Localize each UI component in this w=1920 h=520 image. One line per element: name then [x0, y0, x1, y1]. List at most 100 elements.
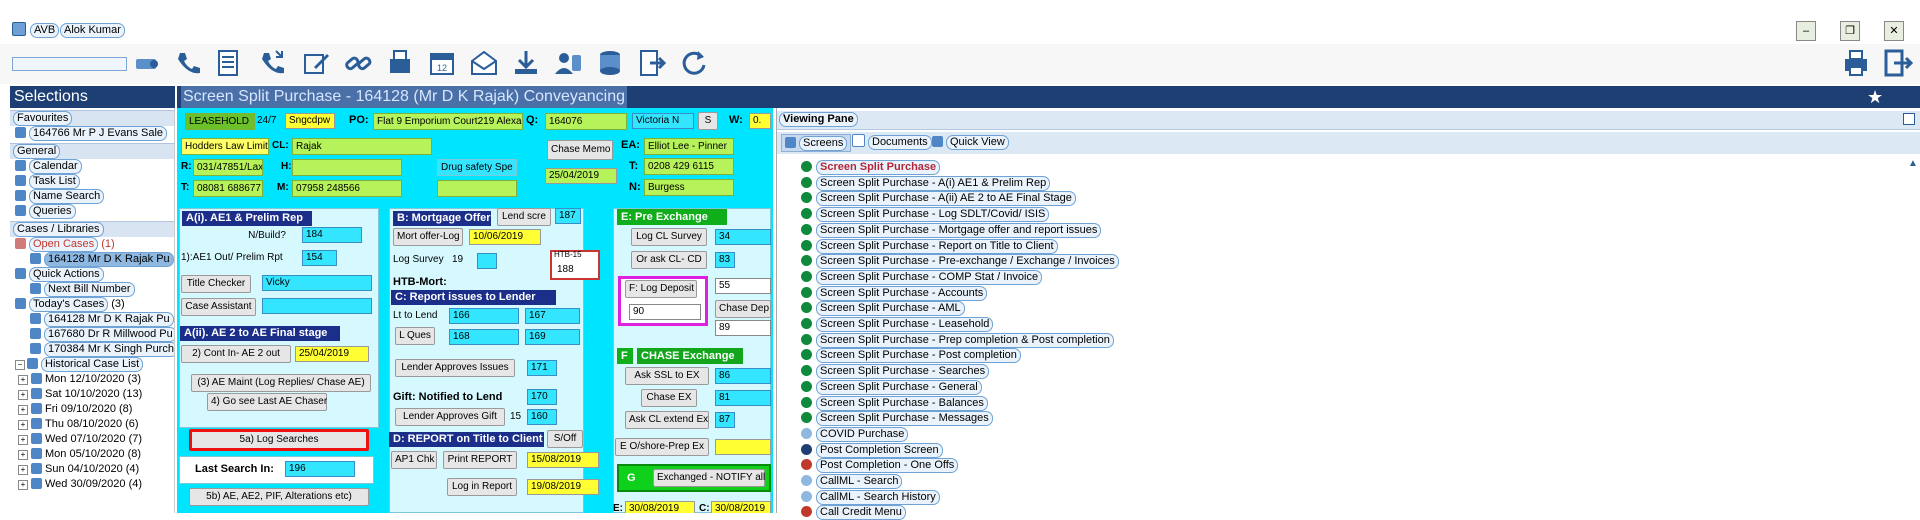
favourite-item[interactable]: 164766 Mr P J Evans Sale	[10, 126, 174, 141]
expand-icon[interactable]: +	[18, 420, 28, 430]
general-item-queries[interactable]: Queries	[10, 204, 174, 219]
screen-list-item[interactable]: Screen Split Purchase - Pre-exchange / E…	[801, 254, 1119, 270]
log-in-report-button[interactable]: Log in Report	[447, 478, 517, 496]
cl-field[interactable]: Rajak	[292, 138, 432, 155]
log-deposit-button[interactable]: F: Log Deposit	[625, 280, 697, 298]
historical-item[interactable]: + Sun 04/10/2020 (4)	[10, 462, 174, 477]
close-button[interactable]: ✕	[1884, 21, 1904, 41]
screen-list-item[interactable]: Screen Split Purchase - Log SDLT/Covid/ …	[801, 207, 1050, 223]
quick-actions[interactable]: Quick Actions	[10, 267, 174, 282]
screen-list-item[interactable]: Post Completion - One Offs	[801, 458, 959, 474]
log-survey-select[interactable]	[477, 253, 497, 269]
l-ques-field-2[interactable]: 169	[525, 329, 580, 345]
expand-icon[interactable]: +	[18, 375, 28, 385]
screen-list-item[interactable]: Screen Split Purchase - Leasehold	[801, 317, 994, 332]
lt-to-lend-label[interactable]: Lt to Lend	[393, 309, 437, 323]
chase-ex-field[interactable]: 81	[715, 390, 771, 406]
po-field[interactable]: Flat 9 Emporium Court219 Alexa	[373, 113, 523, 130]
lender-gift-button[interactable]: Lender Approves Gift	[395, 408, 505, 426]
print-report-date[interactable]: 15/08/2019	[527, 452, 599, 468]
bottom-date-2[interactable]: 30/08/2019	[711, 501, 771, 513]
historical-item[interactable]: + Mon 12/10/2020 (3)	[10, 372, 174, 387]
log-cl-survey-button[interactable]: Log CL Survey	[631, 228, 707, 246]
bottom-date-1[interactable]: 30/08/2019	[625, 501, 695, 513]
cases-section[interactable]: Cases / Libraries	[10, 221, 174, 237]
lend-scre-button[interactable]: Lend scre	[497, 208, 551, 226]
historical-item[interactable]: + Wed 30/09/2020 (4)	[10, 477, 174, 492]
ea-t-field[interactable]: 0208 429 6115	[644, 158, 734, 175]
ae-alterations-button[interactable]: 5b) AE, AE2, PIF, Alterations etc)	[189, 488, 369, 506]
ae1-out-label[interactable]: 1):AE1 Out/ Prelim Rpt	[181, 251, 283, 265]
historical-item[interactable]: + Thu 08/10/2020 (6)	[10, 417, 174, 432]
ae1-out-field[interactable]: 154	[302, 250, 337, 266]
database-icon[interactable]	[594, 47, 626, 79]
screen-list-item[interactable]: CallML - Search	[801, 474, 903, 489]
or-ask-field[interactable]: 83	[715, 252, 735, 268]
screen-list-item[interactable]: Screen Split Purchase - A(i) AE1 & Preli…	[801, 175, 1051, 191]
historical-case-list[interactable]: − Historical Case List	[10, 357, 174, 372]
tab-quick-view[interactable]: Quick View	[929, 134, 1012, 152]
user-name[interactable]: Alok Kumar	[60, 23, 125, 38]
open-cases[interactable]: Open Cases (1)	[10, 237, 174, 252]
screen-list-item[interactable]: Screen Split Purchase - A(ii) AE 2 to AE…	[801, 191, 1076, 207]
contacts-icon[interactable]	[552, 47, 584, 79]
general-item-task-list[interactable]: Task List	[10, 174, 174, 189]
s-button[interactable]: S	[698, 112, 718, 130]
edit-icon[interactable]	[300, 47, 332, 79]
ask-ssl-button[interactable]: Ask SSL to EX	[625, 367, 709, 385]
phone-incoming-icon[interactable]	[256, 47, 288, 79]
ask-cl-extend-button[interactable]: Ask CL extend Ex	[625, 411, 709, 429]
deposit-field[interactable]: 55	[715, 278, 771, 294]
export-icon[interactable]	[636, 47, 668, 79]
print-report-button[interactable]: Print REPORT	[443, 451, 517, 469]
l-ques-button[interactable]: L Ques	[395, 327, 435, 345]
historical-item[interactable]: + Sat 10/10/2020 (13)	[10, 387, 174, 402]
refresh-icon[interactable]	[678, 47, 710, 79]
or-ask-button[interactable]: Or ask CL- CD	[631, 251, 707, 269]
deposit-input[interactable]: 90	[629, 304, 701, 320]
search-input[interactable]	[12, 57, 127, 71]
mort-offer-date[interactable]: 10/06/2019	[469, 229, 541, 245]
pin-icon[interactable]	[1903, 113, 1915, 125]
last-search-field[interactable]: 196	[285, 461, 355, 477]
todays-cases[interactable]: Today's Cases (3)	[10, 297, 174, 312]
expand-icon[interactable]: +	[18, 450, 28, 460]
gift-notified-label[interactable]: Gift: Notified to Lend	[393, 390, 502, 404]
log-survey-label[interactable]: Log Survey	[393, 253, 444, 267]
screen-list-item[interactable]: CallML - Search History	[801, 489, 940, 505]
general-section[interactable]: General	[10, 143, 174, 159]
cont-in-button[interactable]: 2) Cont In- AE 2 out	[181, 345, 291, 363]
lender-gift-field[interactable]: 160	[527, 409, 557, 425]
lt-to-lend-field-1[interactable]: 166	[449, 308, 519, 324]
ask-ssl-field[interactable]: 86	[715, 368, 771, 384]
q-field[interactable]: 164076	[545, 113, 627, 130]
collapse-icon[interactable]: −	[15, 360, 25, 370]
ae-maint-button[interactable]: (3) AE Maint (Log Replies/ Chase AE)	[191, 374, 371, 392]
screen-list-item[interactable]: Screen Split Purchase - Messages	[801, 411, 993, 427]
screen-list-item[interactable]: Screen Split Purchase - Mortgage offer a…	[801, 222, 1102, 238]
calendar-icon[interactable]: 12	[426, 47, 458, 79]
firm-field[interactable]: Hodders Law Limited	[181, 138, 269, 155]
screen-list-item[interactable]: Screen Split Purchase - Report on Title …	[801, 238, 1058, 254]
historical-item[interactable]: + Mon 05/10/2020 (8)	[10, 447, 174, 462]
lend-scre-field[interactable]: 187	[555, 208, 581, 224]
todays-case-item[interactable]: 170384 Mr K Singh Purch	[10, 342, 174, 357]
mail-icon[interactable]	[468, 47, 500, 79]
exchanged-button[interactable]: Exchanged - NOTIFY all	[653, 469, 765, 487]
s-off-button[interactable]: S/Off	[547, 430, 583, 448]
historical-item[interactable]: + Fri 09/10/2020 (8)	[10, 402, 174, 417]
tab-screens[interactable]: Screens	[781, 134, 852, 152]
screen-list-item[interactable]: Screen Split Purchase - Balances	[801, 395, 988, 411]
todays-case-item[interactable]: 167680 Dr R Millwood Pu	[10, 327, 174, 342]
chase-ex-button[interactable]: Chase EX	[641, 389, 697, 407]
mort-offer-button[interactable]: Mort offer-Log	[393, 228, 463, 246]
screen-list-item[interactable]: Screen Split Purchase - Searches	[801, 364, 990, 380]
offshore-prep-field[interactable]	[715, 439, 771, 455]
expand-icon[interactable]: +	[18, 435, 28, 445]
expand-icon[interactable]: +	[18, 480, 28, 490]
scroll-up-icon[interactable]: ▲	[1907, 158, 1919, 170]
h-field[interactable]	[292, 159, 402, 176]
ea-field[interactable]: Elliot Lee - Pinner	[644, 138, 734, 155]
drug-safety-field[interactable]	[437, 180, 517, 197]
chase-dep-field[interactable]: 89	[715, 320, 771, 336]
